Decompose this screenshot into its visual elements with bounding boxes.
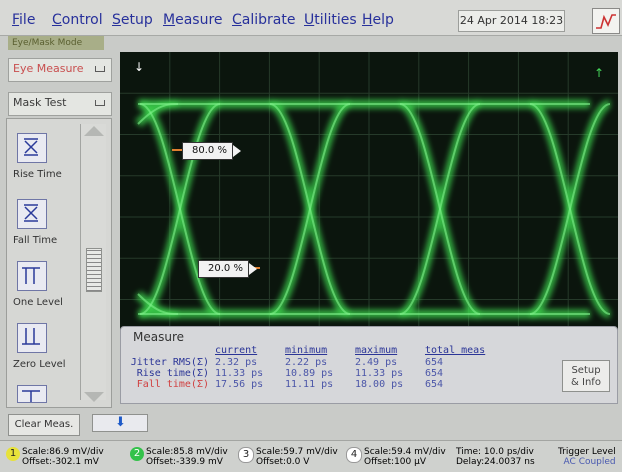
trigger-level: Trigger Level [558,447,616,457]
header-current: current [215,345,258,356]
status-strip: 1 Scale:86.9 mV/div Offset:-302.1 mV 2 Scal… [0,440,622,472]
measurement-row: Fall time(Σ) [125,379,209,390]
channel-2-settings[interactable]: 2 Scale:85.8 mV/div Offset:-339.9 mV [130,447,228,467]
fall-time-label: Fall Time [13,235,58,246]
timebase-settings[interactable]: Time: 10.0 ps/div Delay:24.0037 ns [456,447,535,467]
rise-time-icon [24,138,38,156]
chevron-down-icon [95,100,105,106]
measurement-name: Fall time(Σ) [136,379,209,390]
one-level-button[interactable] [17,261,47,291]
channel-4-badge: 4 [346,447,362,463]
upper-threshold-label: 80.0 % [182,142,241,160]
channel-3-badge: 3 [238,447,254,463]
measurement-total-value: 654 [425,368,444,379]
scroll-down-icon[interactable] [84,392,104,402]
chevron-down-icon [95,66,105,72]
zero-level-icon [22,328,40,345]
scrollbar-thumb[interactable] [86,248,102,292]
channel-3-scale: Scale:59.7 mV/div [256,447,338,457]
measurement-minimum-value: 11.11 ps [285,379,334,390]
measure-title: Measure [133,330,184,344]
header-minimum: minimum [285,345,328,356]
channel-1-settings[interactable]: 1 Scale:86.9 mV/div Offset:-302.1 mV [6,447,104,467]
channel-1-offset: Offset:-302.1 mV [22,457,99,467]
setup-label: Setup [571,365,601,376]
measurement-current-value: 17.56 ps [215,379,264,390]
measurement-row: Rise time(Σ) [125,368,209,379]
trigger-coupling: AC Coupled [563,457,616,467]
fall-time-button[interactable] [17,199,47,229]
eye-amplitude-button[interactable] [17,385,47,403]
menu-measure[interactable]: Measure [163,12,223,28]
eye-amplitude-icon [22,390,40,402]
time-scale: Time: 10.0 ps/div [456,447,534,457]
arrow-down-icon: ⬇ [115,415,126,430]
menu-help[interactable]: Help [362,12,394,28]
info-label: & Info [571,377,601,388]
collapse-panel-button[interactable]: ⬇ [92,414,148,432]
mode-tab[interactable]: Eye/Mask Mode [8,36,104,50]
measurement-minimum-value: 2.22 ps [285,357,328,368]
rise-time-button[interactable] [17,133,47,163]
channel-3-settings[interactable]: 3 Scale:59.7 mV/div Offset:0.0 V [238,447,338,467]
rise-time-label: Rise Time [13,169,62,180]
measurement-row: Jitter RMS(Σ) [125,357,209,368]
menu-calibrate[interactable]: Calibrate [232,12,295,28]
one-level-label: One Level [13,297,63,308]
trigger-settings[interactable]: Trigger Level AC Coupled [558,447,616,467]
header-maximum: maximum [355,345,398,356]
eye-trace-core [399,103,481,315]
channel-marker-icon: ↑ [594,66,605,80]
channel-4-settings[interactable]: 4 Scale:59.4 mV/div Offset:100 µV [346,447,446,467]
measurement-name: Jitter RMS(Σ) [130,357,209,368]
header-total-meas: total meas [425,345,486,356]
measure-panel: Measure current minimum maximum total me… [120,326,618,404]
eye-trace-core [139,103,221,315]
channel-4-scale: Scale:59.4 mV/div [364,447,446,457]
channel-2-offset: Offset:-339.9 mV [146,457,223,467]
measurement-total-value: 654 [425,379,444,390]
eye-trace-core [269,103,351,315]
channel-2-badge: 2 [130,447,144,461]
clear-meas-button[interactable]: Clear Meas. [8,414,80,436]
scroll-up-icon[interactable] [84,126,104,136]
channel-1-scale: Scale:86.9 mV/div [22,447,104,457]
scope-waveform-icon[interactable] [592,8,620,34]
measurement-maximum-value: 2.49 ps [355,357,398,368]
time-delay: Delay:24.0037 ns [456,457,535,467]
lower-threshold-label: 20.0 % [198,260,257,278]
trigger-position-icon: ↓ [134,60,145,74]
zero-level-label: Zero Level [13,359,66,370]
channel-3-offset: Offset:0.0 V [256,457,310,467]
menu-utilities[interactable]: Utilities [304,12,357,28]
menu-setup[interactable]: Setup [112,12,153,28]
fall-time-icon [24,204,38,222]
menu-control[interactable]: Control [52,12,103,28]
measurement-minimum-value: 10.89 ps [285,368,334,379]
eye-measure-dropdown[interactable]: Eye Measure [8,58,112,82]
eye-measure-label: Eye Measure [13,62,84,75]
eye-trace-core [529,103,611,315]
channel-1-badge: 1 [6,447,20,461]
menu-bar: File Control Setup Measure Calibrate Uti… [0,0,622,36]
menu-file[interactable]: File [12,12,35,28]
measurement-name: Rise time(Σ) [136,368,209,379]
zero-level-button[interactable] [17,323,47,353]
date-time-display: 24 Apr 2014 18:23 [458,10,565,32]
mask-test-label: Mask Test [13,96,67,109]
one-level-icon [22,267,40,284]
measurement-maximum-value: 18.00 ps [355,379,404,390]
setup-info-button[interactable]: Setup & Info [562,360,610,392]
mask-test-dropdown[interactable]: Mask Test [8,92,112,116]
measurement-total-value: 654 [425,357,444,368]
channel-2-scale: Scale:85.8 mV/div [146,447,228,457]
measurement-current-value: 2.32 ps [215,357,258,368]
measurement-current-value: 11.33 ps [215,368,264,379]
measurement-maximum-value: 11.33 ps [355,368,404,379]
channel-4-offset: Offset:100 µV [364,457,426,467]
